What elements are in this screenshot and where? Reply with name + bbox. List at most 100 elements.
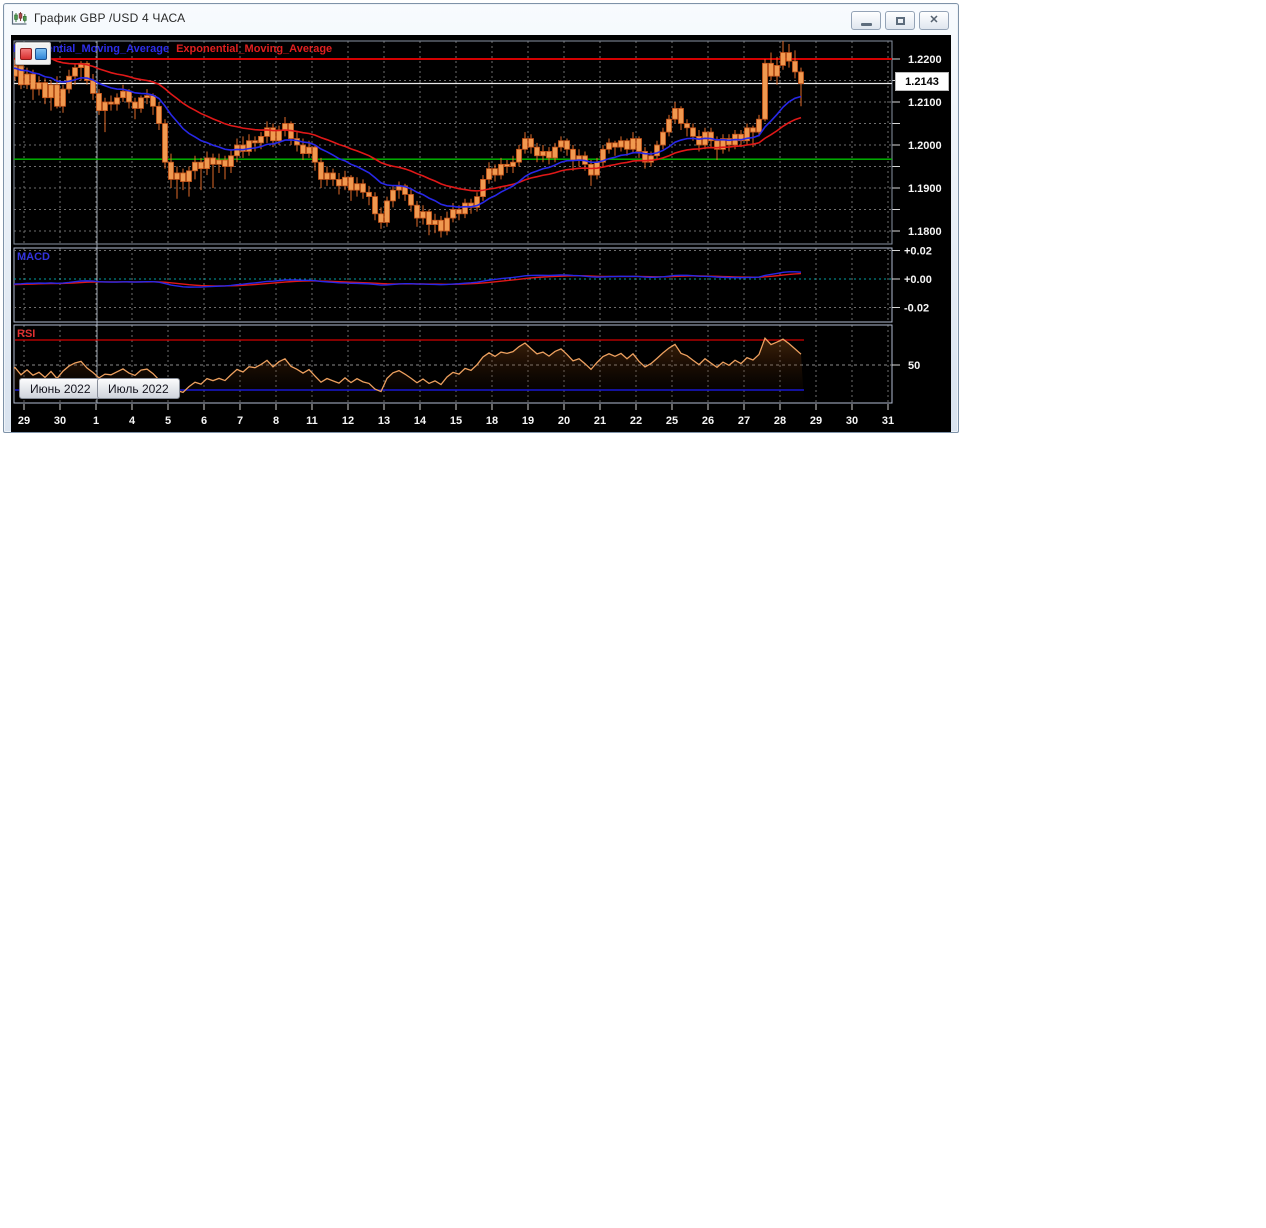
minimize-icon [860,23,872,26]
candle-body [42,82,48,99]
desktop: { "window": { "title": "График GBP /USD … [0,0,1266,1228]
macd-pane-label: MACD [17,251,50,263]
candle-body [54,84,60,107]
candle-body [336,178,342,187]
candle-body [636,138,642,152]
maximize-button[interactable] [885,11,915,30]
candle-body [354,183,360,191]
candle-body [546,151,552,159]
candle-body [156,105,162,124]
candle-body [378,213,384,223]
blue-series-swatch[interactable] [34,47,47,60]
candle-body [114,97,120,105]
month-button-june[interactable]: Июнь 2022 [19,378,102,399]
chart-client-area: 1.2200 1.2100 1.2000 1.1900 1.1800 +0.02 +0.00… [11,35,951,432]
candle-body [210,157,216,165]
rsi-axis-label: 50 [908,360,920,372]
window-title-bar[interactable]: График GBP /USD 4 ЧАСА ✕ [4,4,958,32]
x-axis: 29 30 1 4 5 6 7 8 11 12 13 14 15 18 19 20 21 22 25 26 27 28 29… [18,404,894,427]
x-axis-label: 25 [666,415,678,427]
candle-body [282,123,288,131]
x-axis-label: 30 [54,415,66,427]
candle-body [768,62,774,77]
candle-body [666,118,672,133]
candle-body [630,138,636,150]
candle-body [522,138,528,150]
x-axis-label: 29 [18,415,30,427]
month-button-july[interactable]: Июль 2022 [97,378,180,399]
candle-body [306,146,312,154]
candle-body [246,140,252,152]
candle-body [240,144,246,152]
x-axis-label: 4 [129,415,136,427]
candle-body [678,108,684,124]
window-controls: ✕ [851,11,949,30]
candle-body [60,88,66,107]
candle-body [360,183,366,193]
candle-body [132,101,138,109]
macd-pane: +0.02 +0.00 -0.02 MACD [14,246,932,315]
x-axis-label: 11 [306,415,318,427]
window-title: График GBP /USD 4 ЧАСА [34,11,186,25]
candle-body [684,123,690,129]
candle-body [90,80,96,94]
candle-body [384,200,390,223]
minimize-button[interactable] [851,11,881,30]
candle-body [30,73,36,90]
candle-body [48,84,54,99]
x-axis-label: 22 [630,415,642,427]
candle-body [774,65,780,77]
candle-body [348,176,354,191]
close-button[interactable]: ✕ [919,11,949,30]
candle-body [324,172,330,180]
candle-body [372,196,378,215]
candle-body [492,168,498,176]
candle-body [186,170,192,182]
candle-body [204,157,210,170]
x-axis-label: 12 [342,415,354,427]
candle-body [588,163,594,176]
x-axis-label: 31 [882,415,894,427]
candle-body [168,161,174,180]
candle-body [330,172,336,180]
candle-body [258,135,264,144]
candle-body [138,97,144,109]
candle-body [444,217,450,232]
candle-body [756,118,762,133]
candle-body [690,127,696,137]
price-axis-label: 1.2000 [908,140,942,152]
candle-body [528,138,534,148]
price-axis-label: 1.1800 [908,226,942,238]
maximize-icon [895,16,905,25]
candle-body [120,90,126,99]
candle-body [192,161,198,172]
chart-plot-area[interactable]: 1.2200 1.2100 1.2000 1.1900 1.1800 +0.02 +0.00… [11,35,951,432]
candle-body [696,135,702,146]
candle-body [14,65,18,77]
candlestick-chart-icon [11,11,27,25]
candle-body [144,95,150,99]
ema-fast-line [14,67,802,209]
candle-body [252,140,258,144]
candle-body [312,146,318,163]
candle-body [162,123,168,163]
x-axis-label: 19 [522,415,534,427]
macd-axis-label: -0.02 [904,303,929,315]
red-series-swatch[interactable] [19,47,32,60]
x-axis-label: 15 [450,415,462,427]
candle-body [180,172,186,182]
candle-body [96,93,102,112]
candle-body [654,144,660,157]
x-axis-label: 1 [93,415,99,427]
price-axis-label: 1.2100 [908,97,942,109]
candle-body [564,140,570,150]
candle-body [18,65,24,86]
candle-body [552,146,558,159]
rsi-pane-label: RSI [17,328,35,340]
x-axis-label: 26 [702,415,714,427]
candle-body [792,60,798,73]
candle-body [660,131,666,146]
candle-body [102,101,108,112]
candle-body [408,194,414,206]
candle-body [486,168,492,180]
